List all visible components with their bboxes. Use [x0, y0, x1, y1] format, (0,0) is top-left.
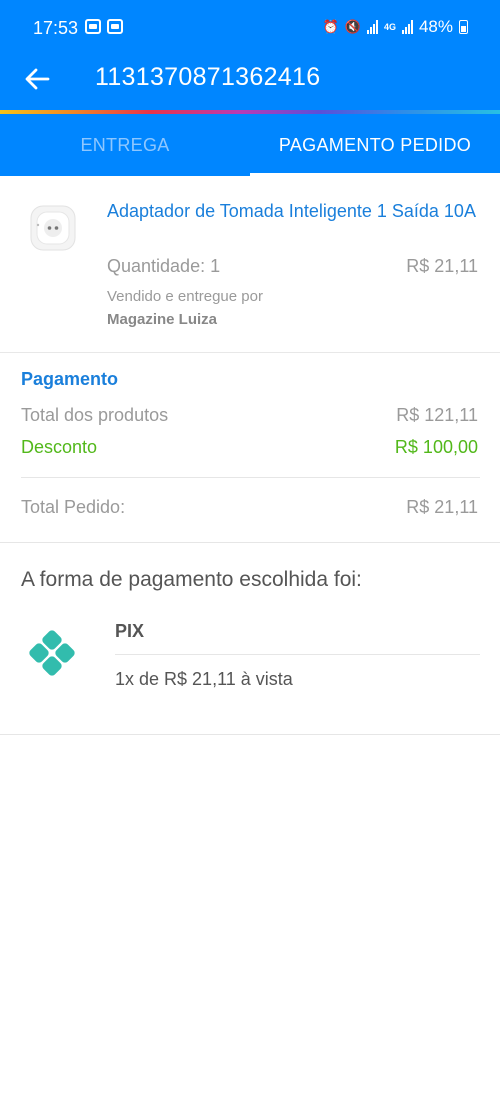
status-time: 17:53: [33, 18, 79, 38]
battery-percent: 48%: [418, 17, 453, 36]
product-quantity: Quantidade: 1: [107, 256, 221, 276]
app-bar: 1131370871362416: [0, 56, 500, 110]
order-number-title: 1131370871362416: [95, 63, 321, 91]
notification-icon: [85, 19, 101, 34]
signal-icon-2: [401, 20, 413, 34]
tab-bar: ENTREGA PAGAMENTO PEDIDO: [0, 114, 500, 176]
discount-value: R$ 100,00: [394, 437, 478, 457]
products-total-label: Total dos produtos: [21, 405, 169, 425]
alarm-icon: ⏰: [322, 19, 339, 34]
status-bar: 17:53 ⏰ 🔇 4G 48%: [0, 0, 500, 56]
notification-icons: [85, 19, 123, 34]
network-type: 4G: [383, 21, 396, 32]
divider: [21, 477, 480, 478]
product-name-link[interactable]: Adaptador de Tomada Inteligente 1 Saída …: [107, 199, 482, 223]
order-total-label: Total Pedido:: [21, 497, 126, 517]
order-total-value: R$ 21,11: [406, 497, 478, 517]
tab-entrega[interactable]: ENTREGA: [0, 114, 250, 176]
back-arrow-icon[interactable]: [22, 64, 52, 94]
product-price: R$ 21,11: [406, 256, 478, 276]
divider: [0, 542, 500, 543]
products-total-value: R$ 121,11: [396, 405, 478, 425]
product-image[interactable]: [28, 203, 78, 253]
seller-name: Magazine Luiza: [107, 311, 218, 328]
payment-method-name: PIX: [115, 621, 145, 641]
battery-icon: [459, 20, 468, 34]
installment-info: 1x de R$ 21,11 à vista: [115, 669, 293, 689]
signal-icon: [366, 20, 378, 34]
sold-by-label: Vendido e entregue por: [107, 288, 263, 305]
mail-notification-icon: [107, 19, 123, 34]
tab-pagamento-pedido[interactable]: PAGAMENTO PEDIDO: [250, 114, 500, 176]
divider: [0, 734, 500, 735]
pix-logo-icon: [29, 630, 75, 676]
divider: [115, 654, 480, 655]
payment-method-title: A forma de pagamento escolhida foi:: [21, 568, 362, 591]
discount-label: Desconto: [21, 437, 98, 457]
payment-heading: Pagamento: [21, 369, 119, 389]
mute-icon: 🔇: [344, 19, 361, 34]
status-right-icons: ⏰ 🔇 4G 48%: [323, 17, 468, 37]
